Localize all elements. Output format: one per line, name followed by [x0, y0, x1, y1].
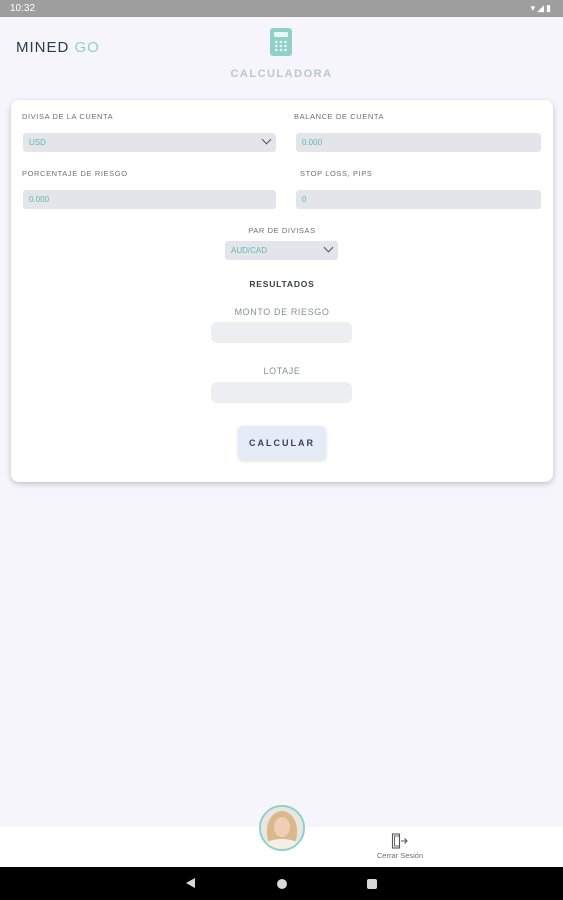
status-icons: ▾◢▮: [530, 3, 553, 13]
app-logo: MINED GO: [16, 39, 100, 56]
status-time: 10:32: [10, 3, 36, 14]
system-nav-bar: [0, 867, 563, 900]
home-icon[interactable]: [277, 879, 287, 889]
chevron-down-icon: [323, 242, 334, 253]
page-title: CALCULADORA: [230, 68, 333, 80]
account-currency-label: DIVISA DE LA CUENTA: [22, 112, 114, 121]
logout-button[interactable]: Cerrar Sesión: [366, 833, 434, 860]
calculator-icon: [270, 28, 292, 56]
account-balance-label: BALANCE DE CUENTA: [294, 112, 385, 121]
logout-icon: [391, 833, 408, 849]
avatar[interactable]: [259, 805, 305, 851]
back-icon[interactable]: [186, 878, 195, 888]
status-bar: 10:32 ▾◢▮: [0, 0, 563, 17]
stop-loss-label: STOP LOSS, PIPS: [300, 169, 373, 178]
stop-loss-input[interactable]: 0: [296, 190, 541, 209]
lot-size-label: LOTAJE: [263, 366, 301, 376]
currency-pair-label: PAR DE DIVISAS: [248, 226, 316, 235]
calculate-button[interactable]: CALCULAR: [238, 426, 326, 460]
risk-percentage-input[interactable]: 0.000: [23, 190, 276, 209]
account-currency-select[interactable]: USD: [23, 133, 276, 152]
logo-main-text: MINED: [16, 39, 70, 56]
calculator-card: DIVISA DE LA CUENTA USD BALANCE DE CUENT…: [11, 100, 553, 482]
risk-percentage-label: PORCENTAJE DE RIESGO: [22, 169, 128, 178]
logo-accent-text: GO: [74, 39, 100, 56]
logout-label: Cerrar Sesión: [376, 851, 424, 860]
risk-percentage-value: 0.000: [29, 195, 50, 204]
account-balance-value: 0.000: [302, 138, 323, 147]
risk-amount-output: [211, 322, 352, 343]
results-title: RESULTADOS: [249, 279, 315, 289]
account-balance-input[interactable]: 0.000: [296, 133, 541, 152]
risk-amount-label: MONTO DE RIESGO: [234, 307, 330, 317]
currency-pair-value: AUD/CAD: [231, 246, 268, 255]
chevron-down-icon: [261, 134, 272, 145]
account-currency-value: USD: [29, 138, 46, 147]
currency-pair-select[interactable]: AUD/CAD: [225, 241, 338, 260]
lot-size-output: [211, 382, 352, 403]
stop-loss-value: 0: [302, 195, 307, 204]
recent-apps-icon[interactable]: [367, 879, 377, 889]
